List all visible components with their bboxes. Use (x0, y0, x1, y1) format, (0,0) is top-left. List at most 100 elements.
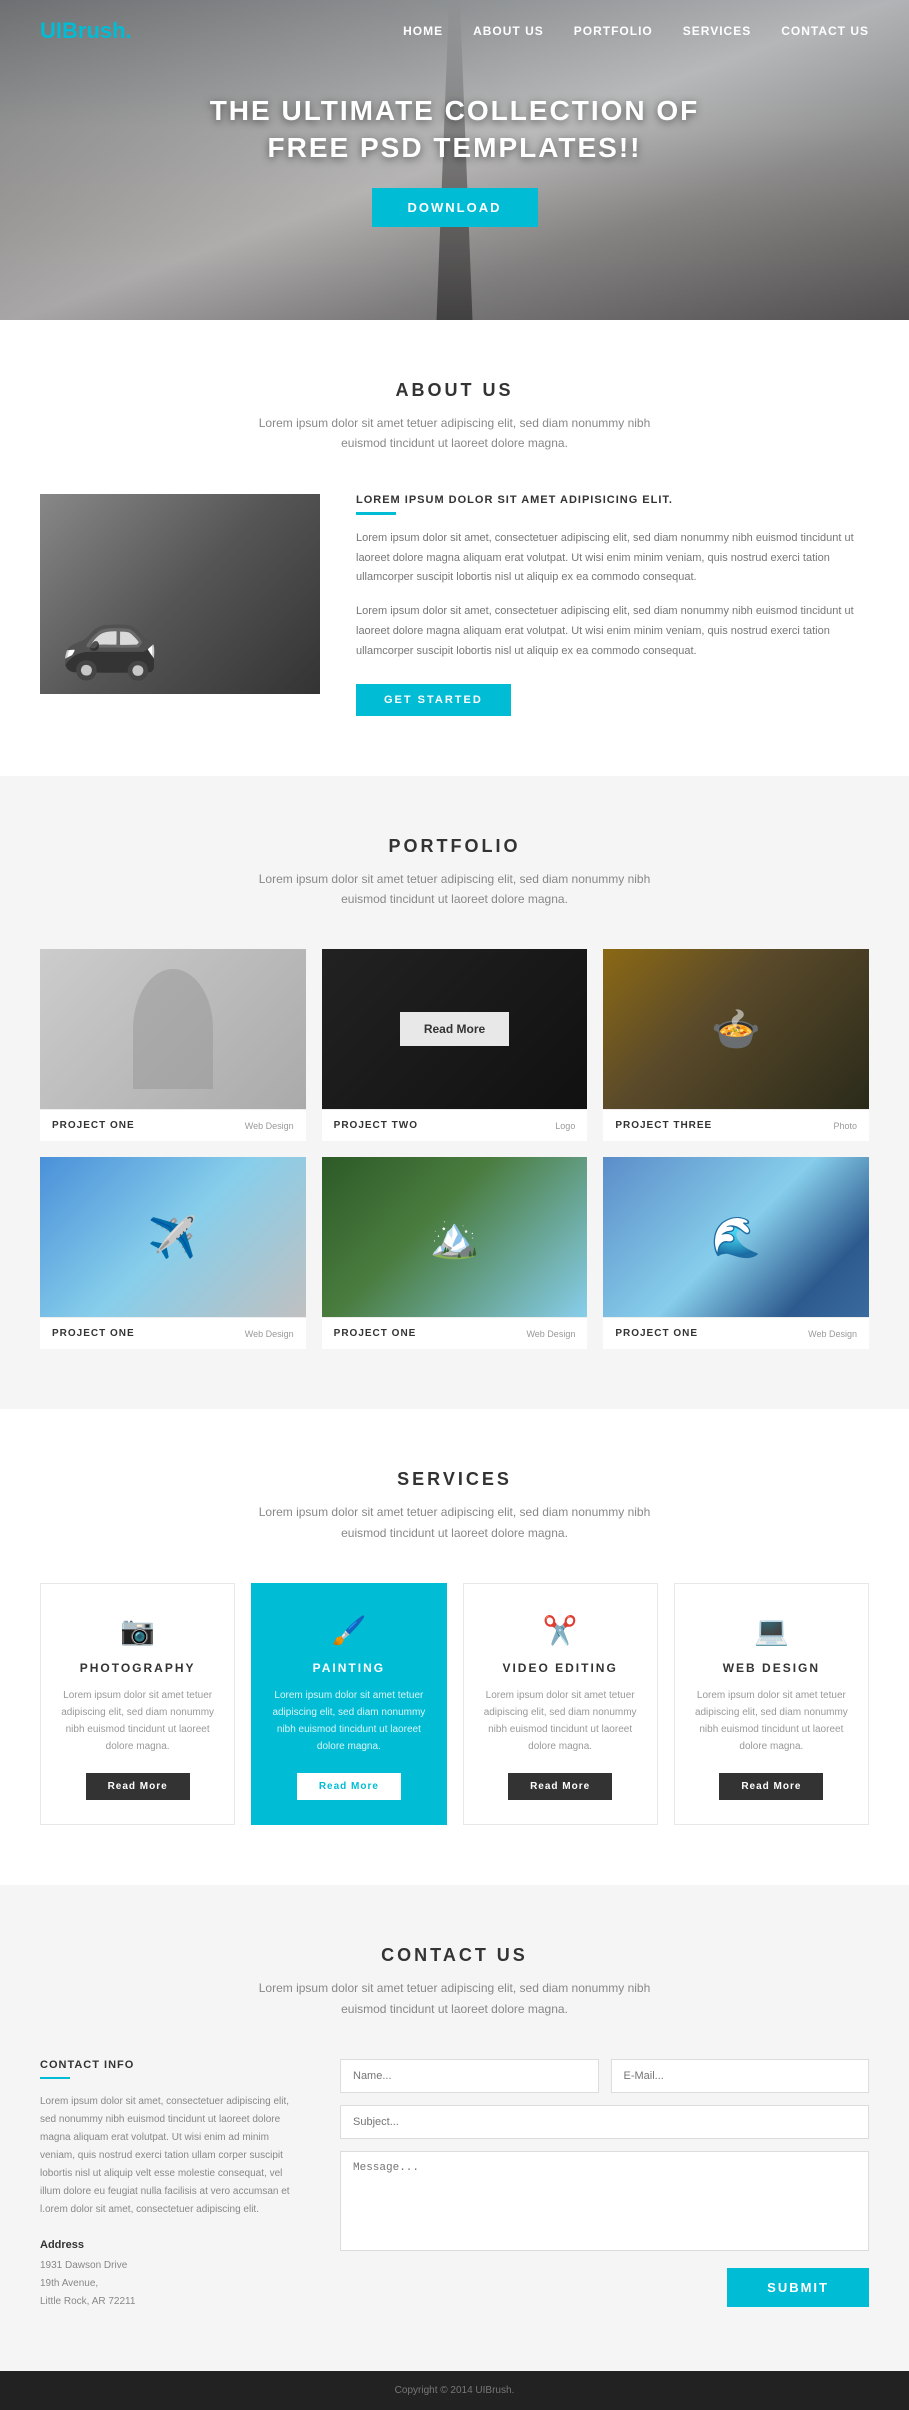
service-btn-painting[interactable]: Read More (297, 1773, 401, 1800)
service-card-photography: 📷 PHOTOGRAPHY Lorem ipsum dolor sit amet… (40, 1583, 235, 1825)
nav-links: HOME ABOUT US PORTFOLIO SERVICES CONTACT… (403, 24, 869, 38)
portfolio-thumb-6[interactable]: 🌊 (603, 1157, 869, 1317)
about-highlighted: LOREM IPSUM DOLOR SIT AMET ADIPISICING E… (356, 494, 869, 506)
contact-info-text: Lorem ipsum dolor sit amet, consectetuer… (40, 2093, 300, 2219)
portfolio-caption-5: PROJECT ONE Web Design (322, 1317, 588, 1349)
list-item: ✈️ PROJECT ONE Web Design (40, 1157, 306, 1349)
service-btn-photography[interactable]: Read More (86, 1773, 190, 1800)
nav-about[interactable]: ABOUT US (473, 24, 544, 38)
portfolio-name-1: PROJECT ONE (52, 1120, 135, 1131)
contact-section: CONTACT US Lorem ipsum dolor sit amet te… (0, 1885, 909, 2371)
navbar: UIBrush. HOME ABOUT US PORTFOLIO SERVICE… (0, 0, 909, 62)
services-grid: 📷 PHOTOGRAPHY Lorem ipsum dolor sit amet… (40, 1583, 869, 1825)
about-accent-line (356, 512, 396, 515)
list-item: Read More PROJECT TWO Logo (322, 949, 588, 1141)
form-row-name-email (340, 2059, 869, 2093)
portfolio-cat-2: Logo (555, 1121, 575, 1131)
service-text-painting: Lorem ipsum dolor sit amet tetuer adipis… (272, 1687, 425, 1755)
nav-home[interactable]: HOME (403, 24, 443, 38)
email-field[interactable] (611, 2059, 870, 2093)
monitor-icon: 💻 (695, 1614, 848, 1647)
footer-text: Copyright © 2014 UIBrush. (395, 2385, 515, 2396)
portfolio-name-3: PROJECT THREE (615, 1120, 712, 1131)
list-item: 🏔️ PROJECT ONE Web Design (322, 1157, 588, 1349)
portfolio-cat-1: Web Design (245, 1121, 294, 1131)
service-text-video: Lorem ipsum dolor sit amet tetuer adipis… (484, 1687, 637, 1755)
submit-button[interactable]: SUBMIT (727, 2268, 869, 2307)
portfolio-overlay-2[interactable]: Read More (322, 949, 588, 1109)
about-text: LOREM IPSUM DOLOR SIT AMET ADIPISICING E… (356, 494, 869, 716)
form-row-subject (340, 2105, 869, 2139)
service-title-video: VIDEO EDITING (484, 1661, 637, 1675)
about-image (40, 494, 320, 694)
name-field[interactable] (340, 2059, 599, 2093)
portfolio-caption-3: PROJECT THREE Photo (603, 1109, 869, 1141)
portfolio-name-4: PROJECT ONE (52, 1328, 135, 1339)
service-card-video: ✂️ VIDEO EDITING Lorem ipsum dolor sit a… (463, 1583, 658, 1825)
about-section: ABOUT US Lorem ipsum dolor sit amet tetu… (0, 320, 909, 776)
service-title-painting: PAINTING (272, 1661, 425, 1675)
footer: Copyright © 2014 UIBrush. (0, 2371, 909, 2410)
portfolio-section: PORTFOLIO Lorem ipsum dolor sit amet tet… (0, 776, 909, 1410)
nav-logo[interactable]: UIBrush. (40, 18, 132, 44)
submit-row: SUBMIT (340, 2268, 869, 2307)
nav-portfolio[interactable]: PORTFOLIO (574, 24, 653, 38)
portfolio-thumb-3[interactable]: 🍲 (603, 949, 869, 1109)
about-para-2: Lorem ipsum dolor sit amet, consectetuer… (356, 602, 869, 661)
service-card-painting: 🖌️ PAINTING Lorem ipsum dolor sit amet t… (251, 1583, 446, 1825)
portfolio-grid: PROJECT ONE Web Design Read More PROJECT… (40, 949, 869, 1349)
service-btn-video[interactable]: Read More (508, 1773, 612, 1800)
portfolio-caption-2: PROJECT TWO Logo (322, 1109, 588, 1141)
portfolio-caption-4: PROJECT ONE Web Design (40, 1317, 306, 1349)
camera-icon: 📷 (61, 1614, 214, 1647)
portfolio-name-2: PROJECT TWO (334, 1120, 418, 1131)
about-title: ABOUT US (40, 380, 869, 401)
portfolio-subtitle: Lorem ipsum dolor sit amet tetuer adipis… (235, 869, 675, 910)
message-field[interactable] (340, 2151, 869, 2251)
service-btn-webdesign[interactable]: Read More (719, 1773, 823, 1800)
contact-info-line (40, 2077, 70, 2079)
list-item: PROJECT ONE Web Design (40, 949, 306, 1141)
portfolio-thumb-2[interactable]: Read More (322, 949, 588, 1109)
list-item: 🌊 PROJECT ONE Web Design (603, 1157, 869, 1349)
portfolio-title: PORTFOLIO (40, 836, 869, 857)
paint-icon: 🖌️ (272, 1614, 425, 1647)
services-subtitle: Lorem ipsum dolor sit amet tetuer adipis… (235, 1502, 675, 1543)
nav-services[interactable]: SERVICES (683, 24, 751, 38)
portfolio-thumb-5[interactable]: 🏔️ (322, 1157, 588, 1317)
about-para-1: Lorem ipsum dolor sit amet, consectetuer… (356, 529, 869, 588)
portfolio-cat-3: Photo (833, 1121, 857, 1131)
silhouette-shape (133, 969, 213, 1089)
contact-subtitle: Lorem ipsum dolor sit amet tetuer adipis… (235, 1978, 675, 2019)
portfolio-cat-5: Web Design (526, 1329, 575, 1339)
service-text-photography: Lorem ipsum dolor sit amet tetuer adipis… (61, 1687, 214, 1755)
contact-info-title: CONTACT INFO (40, 2059, 300, 2071)
portfolio-caption-1: PROJECT ONE Web Design (40, 1109, 306, 1141)
hero-content: THE ULTIMATE COLLECTION OFFREE PSD TEMPL… (210, 93, 700, 227)
portfolio-name-6: PROJECT ONE (615, 1328, 698, 1339)
services-section: SERVICES Lorem ipsum dolor sit amet tetu… (0, 1409, 909, 1885)
nav-contact[interactable]: CONTACT US (781, 24, 869, 38)
services-title: SERVICES (40, 1469, 869, 1490)
contact-address: 1931 Dawson Drive19th Avenue,Little Rock… (40, 2257, 300, 2311)
portfolio-name-5: PROJECT ONE (334, 1328, 417, 1339)
download-button[interactable]: DOWNLOAD (372, 188, 538, 227)
read-more-button-2[interactable]: Read More (400, 1012, 509, 1046)
subject-field[interactable] (340, 2105, 869, 2139)
about-inner: LOREM IPSUM DOLOR SIT AMET ADIPISICING E… (40, 494, 869, 716)
portfolio-thumb-1[interactable] (40, 949, 306, 1109)
service-title-webdesign: WEB DESIGN (695, 1661, 848, 1675)
about-subtitle: Lorem ipsum dolor sit amet tetuer adipis… (235, 413, 675, 454)
contact-title: CONTACT US (40, 1945, 869, 1966)
portfolio-thumb-4[interactable]: ✈️ (40, 1157, 306, 1317)
scissors-icon: ✂️ (484, 1614, 637, 1647)
portfolio-cat-6: Web Design (808, 1329, 857, 1339)
contact-info: CONTACT INFO Lorem ipsum dolor sit amet,… (40, 2059, 300, 2311)
list-item: 🍲 PROJECT THREE Photo (603, 949, 869, 1141)
portfolio-caption-6: PROJECT ONE Web Design (603, 1317, 869, 1349)
contact-address-label: Address (40, 2239, 300, 2251)
get-started-button[interactable]: GET STARTED (356, 684, 511, 716)
contact-inner: CONTACT INFO Lorem ipsum dolor sit amet,… (40, 2059, 869, 2311)
contact-form: SUBMIT (340, 2059, 869, 2311)
service-text-webdesign: Lorem ipsum dolor sit amet tetuer adipis… (695, 1687, 848, 1755)
